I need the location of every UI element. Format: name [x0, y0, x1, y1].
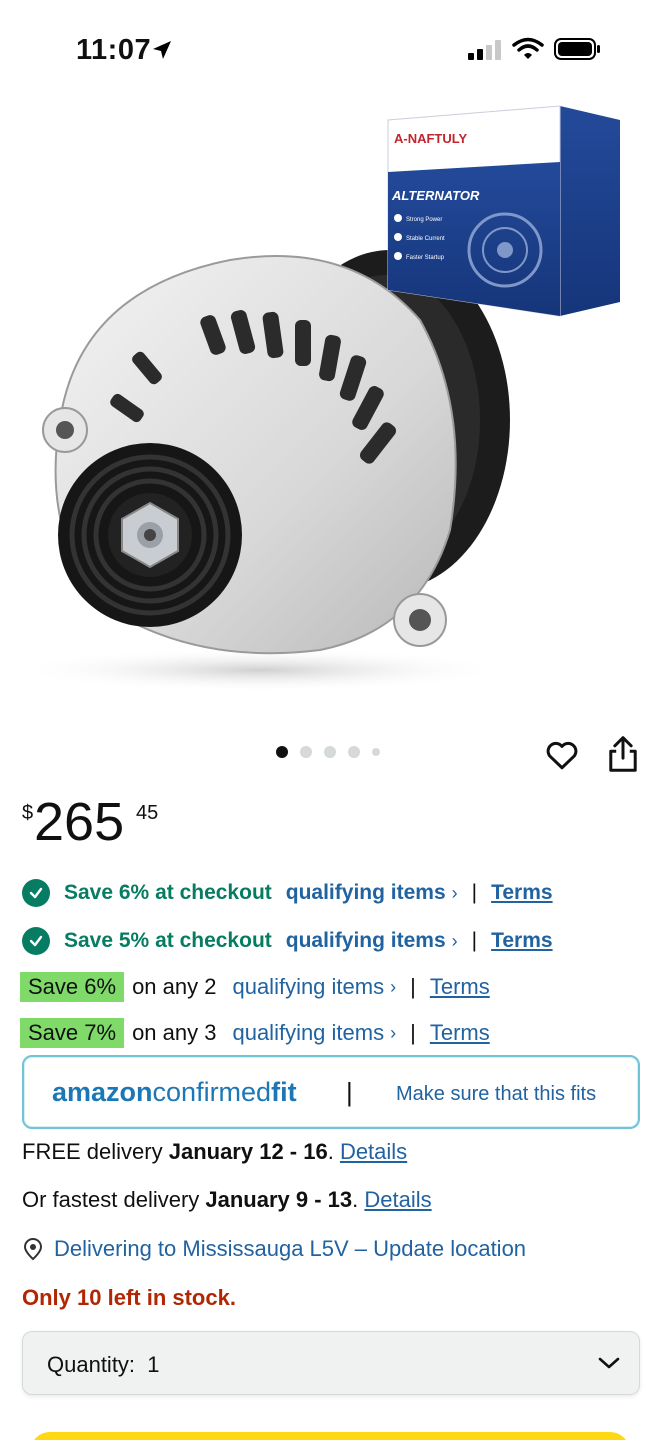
chevron-right-icon: ›: [390, 976, 397, 997]
carousel-dot[interactable]: [348, 746, 360, 758]
svg-text:A-NAFTULY: A-NAFTULY: [394, 131, 468, 146]
stock-status: Only 10 left in stock.: [22, 1285, 236, 1310]
chevron-down-icon: [598, 1357, 620, 1369]
carousel-dot[interactable]: [300, 746, 312, 758]
qualifying-items-link[interactable]: qualifying items: [232, 1020, 384, 1046]
location-pin-icon: [23, 1237, 43, 1261]
fastest-delivery-details-link[interactable]: Details: [364, 1187, 431, 1212]
add-to-cart-button[interactable]: [30, 1432, 630, 1440]
quantity-label: Quantity: 1: [47, 1352, 160, 1377]
promo-checkout-6: Save 6% at checkout qualifying items › |…: [22, 876, 553, 910]
quantity-value: 1: [147, 1352, 160, 1377]
carousel-dot[interactable]: [372, 748, 380, 756]
promo-multi-3: Save 7% on any 3 qualifying items › | Te…: [20, 1016, 490, 1050]
promo-text: Save 5% at checkout: [64, 929, 272, 952]
price-symbol: $: [22, 802, 34, 824]
qualifying-items-link[interactable]: qualifying items: [286, 929, 446, 953]
signal-icon: [468, 40, 501, 60]
chevron-right-icon: ›: [390, 1022, 397, 1043]
fastest-delivery-dates: January 9 - 13: [205, 1187, 353, 1212]
separator: |: [471, 929, 478, 952]
chevron-right-icon: ›: [451, 882, 458, 903]
wifi-icon: [512, 37, 544, 59]
carousel-dot[interactable]: [276, 746, 288, 758]
separator: |: [471, 881, 478, 904]
qualifying-items-link[interactable]: qualifying items: [232, 974, 384, 1000]
delivery-location[interactable]: Delivering to Mississauga L5V – Update l…: [22, 1236, 526, 1262]
promo-text: on any 3: [132, 1020, 217, 1045]
promo-checkout-5: Save 5% at checkout qualifying items › |…: [22, 924, 553, 958]
chevron-right-icon: ›: [451, 930, 458, 951]
check-icon: [22, 927, 50, 955]
separator: |: [410, 1020, 416, 1045]
free-delivery-details-link[interactable]: Details: [340, 1139, 407, 1164]
svg-text:ALTERNATOR: ALTERNATOR: [391, 188, 480, 203]
share-icon[interactable]: [606, 735, 640, 773]
promo-text: Save 6% at checkout: [64, 881, 272, 904]
terms-link[interactable]: Terms: [430, 974, 490, 1000]
price-fraction: 45: [136, 802, 159, 824]
carousel-dot[interactable]: [324, 746, 336, 758]
battery-icon: [554, 38, 600, 60]
svg-text:Faster Startup: Faster Startup: [406, 255, 445, 261]
product-image[interactable]: A-NAFTULY ALTERNATOR Strong Power Stable…: [0, 90, 662, 720]
status-time: 11:07: [76, 34, 152, 66]
promo-text: on any 2: [132, 974, 217, 999]
status-bar: 11:07: [0, 0, 662, 100]
fastest-delivery-line: Or fastest delivery January 9 - 13. Deta…: [22, 1187, 432, 1212]
svg-text:Stable Current: Stable Current: [406, 236, 445, 242]
qualifying-items-link[interactable]: qualifying items: [286, 881, 446, 905]
quantity-select[interactable]: Quantity: 1: [22, 1331, 640, 1395]
save-badge: Save 7%: [20, 1018, 125, 1048]
terms-link[interactable]: Terms: [491, 929, 552, 953]
product-box: A-NAFTULY ALTERNATOR Strong Power Stable…: [387, 105, 620, 317]
free-delivery-line: FREE delivery January 12 - 16. Details: [22, 1139, 408, 1164]
promo-multi-2: Save 6% on any 2 qualifying items › | Te…: [20, 970, 490, 1004]
check-icon: [22, 879, 50, 907]
carousel-dots[interactable]: [276, 746, 380, 758]
location-arrow-icon: [153, 41, 171, 59]
terms-link[interactable]: Terms: [491, 881, 552, 905]
terms-link[interactable]: Terms: [430, 1020, 490, 1046]
separator: |: [410, 974, 416, 999]
save-badge: Save 6%: [20, 972, 125, 1002]
svg-text:Strong Power: Strong Power: [406, 217, 442, 223]
make-sure-fits-link[interactable]: Make sure that this fits: [396, 1083, 596, 1106]
confirmed-fit-logo: amazonconfirmedfit: [52, 1077, 297, 1107]
confirmed-fit-box[interactable]: amazonconfirmedfit | Make sure that this…: [22, 1055, 640, 1129]
price-whole: 265: [34, 792, 125, 852]
separator: |: [346, 1077, 353, 1107]
free-delivery-dates: January 12 - 16: [168, 1139, 328, 1164]
heart-icon[interactable]: [544, 737, 580, 773]
delivery-location-text[interactable]: Delivering to Mississauga L5V – Update l…: [54, 1236, 526, 1262]
